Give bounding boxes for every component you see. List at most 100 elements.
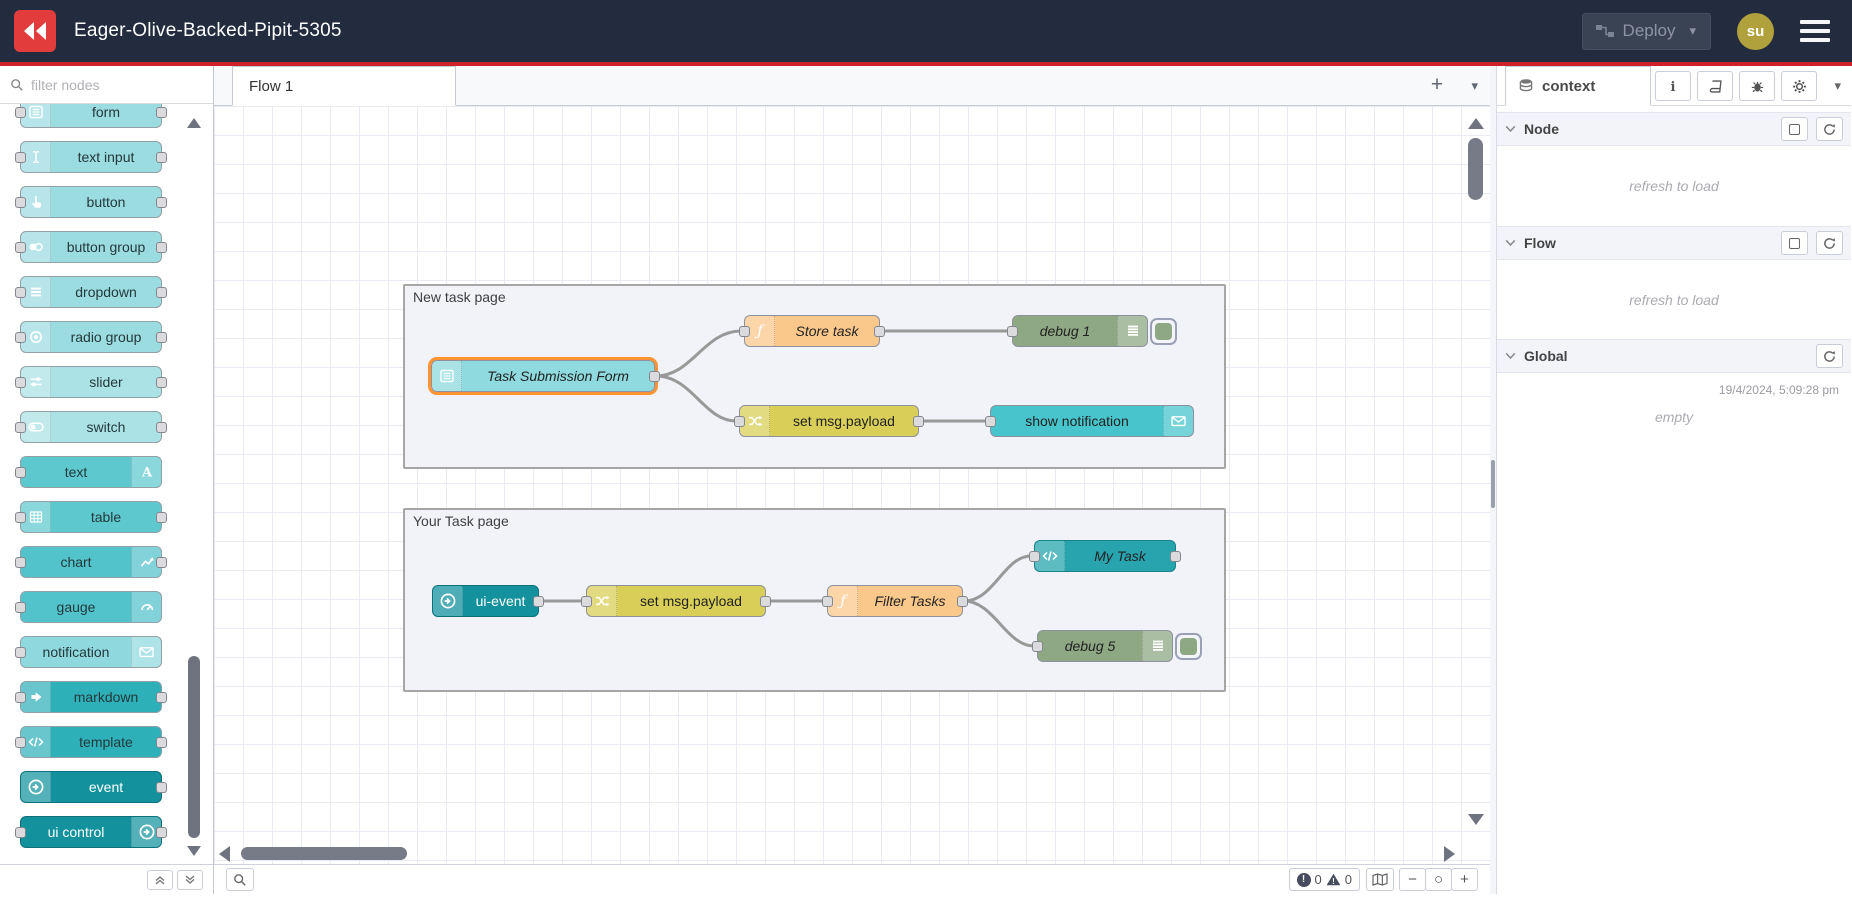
palette-scrollbar-thumb[interactable]	[188, 656, 200, 838]
canvas-scroll-down-arrow[interactable]	[1468, 814, 1484, 825]
output-port[interactable]	[874, 326, 885, 337]
deploy-caret-icon[interactable]: ▾	[1685, 23, 1700, 39]
input-port[interactable]	[1032, 641, 1043, 652]
flow-context-refresh-button[interactable]	[1816, 231, 1843, 255]
output-port[interactable]	[156, 512, 167, 523]
zoom-in-button[interactable]: +	[1451, 868, 1478, 891]
palette-node-radio-group[interactable]: radio group	[15, 321, 167, 353]
input-port[interactable]	[15, 512, 26, 523]
issue-counts[interactable]: ! 0 ! 0	[1288, 868, 1360, 891]
output-port[interactable]	[533, 596, 544, 607]
output-port[interactable]	[156, 152, 167, 163]
input-port[interactable]	[15, 287, 26, 298]
input-port[interactable]	[739, 326, 750, 337]
flow-node-debug-1[interactable]: debug 1	[1007, 315, 1177, 347]
input-port[interactable]	[15, 152, 26, 163]
flow-node-filter-tasks[interactable]: ƒ Filter Tasks	[822, 585, 968, 617]
input-port[interactable]	[15, 332, 26, 343]
section-header-node[interactable]: Node	[1497, 112, 1851, 146]
output-port[interactable]	[156, 377, 167, 388]
palette-node-event[interactable]: event	[20, 771, 167, 803]
palette-node-template[interactable]: template	[15, 726, 167, 758]
flow-node-my-task[interactable]: My Task	[1029, 540, 1181, 572]
output-port[interactable]	[156, 737, 167, 748]
add-flow-button[interactable]: +	[1424, 73, 1450, 97]
section-header-flow[interactable]: Flow	[1497, 226, 1851, 260]
flow-node-store-task[interactable]: ƒ Store task	[739, 315, 885, 347]
splitter-handle[interactable]	[1491, 460, 1495, 508]
input-port[interactable]	[15, 827, 26, 838]
input-port[interactable]	[15, 422, 26, 433]
flow-node-task-submission-form[interactable]: Task Submission Form	[428, 357, 660, 395]
palette-node-notification[interactable]: notification	[15, 636, 162, 668]
input-port[interactable]	[1029, 551, 1040, 562]
flow-node-set-msg-payload-2[interactable]: set msg.payload	[581, 585, 771, 617]
input-port[interactable]	[15, 242, 26, 253]
input-port[interactable]	[15, 602, 26, 613]
input-port[interactable]	[15, 692, 26, 703]
help-tab-button[interactable]	[1697, 71, 1733, 101]
palette-filter-input[interactable]	[31, 76, 181, 93]
output-port[interactable]	[156, 287, 167, 298]
output-port[interactable]	[156, 107, 167, 118]
canvas-scroll-left-arrow[interactable]	[219, 846, 230, 862]
output-port[interactable]	[760, 596, 771, 607]
canvas-horizontal-scrollbar-thumb[interactable]	[241, 847, 407, 860]
input-port[interactable]	[15, 467, 26, 478]
palette-node-ui-control[interactable]: ui control	[15, 816, 167, 848]
palette-scroll-up-arrow[interactable]	[187, 118, 201, 128]
global-context-refresh-button[interactable]	[1816, 344, 1843, 368]
input-port[interactable]	[15, 737, 26, 748]
output-port[interactable]	[156, 692, 167, 703]
palette-search[interactable]	[0, 66, 213, 104]
tab-context[interactable]: context	[1505, 66, 1651, 106]
flow-node-set-msg-payload-1[interactable]: set msg.payload	[734, 405, 924, 437]
palette-node-chart[interactable]: chart	[15, 546, 167, 578]
input-port[interactable]	[581, 596, 592, 607]
input-port[interactable]	[1007, 326, 1018, 337]
input-port[interactable]	[985, 416, 996, 427]
palette-node-text-input[interactable]: text input	[15, 141, 167, 173]
navigator-button[interactable]	[1366, 868, 1394, 891]
output-port[interactable]	[156, 557, 167, 568]
palette-scroll-down-arrow[interactable]	[187, 846, 201, 856]
debug-enable-toggle[interactable]	[1175, 633, 1202, 660]
node-context-expand-button[interactable]	[1781, 117, 1808, 141]
palette-node-button-group[interactable]: button group	[15, 231, 167, 263]
tab-flow-1[interactable]: Flow 1	[232, 66, 456, 106]
canvas-vertical-scrollbar-thumb[interactable]	[1468, 138, 1483, 200]
output-port[interactable]	[957, 596, 968, 607]
flow-canvas[interactable]: New task page Your Task page Task Submis…	[214, 106, 1490, 864]
output-port[interactable]	[649, 371, 660, 382]
palette-node-button[interactable]: button	[15, 186, 167, 218]
canvas-scroll-right-arrow[interactable]	[1444, 846, 1455, 862]
info-tab-button[interactable]: i	[1655, 71, 1691, 101]
debug-tab-button[interactable]	[1739, 71, 1775, 101]
input-port[interactable]	[734, 416, 745, 427]
palette-node-form[interactable]: form	[15, 104, 167, 128]
debug-enable-toggle[interactable]	[1150, 318, 1177, 345]
sidebar-splitter[interactable]	[1490, 66, 1497, 894]
flow-list-caret-icon[interactable]: ▾	[1471, 78, 1478, 94]
input-port[interactable]	[15, 647, 26, 658]
input-port[interactable]	[15, 557, 26, 568]
zoom-out-button[interactable]: −	[1399, 868, 1426, 891]
output-port[interactable]	[156, 332, 167, 343]
output-port[interactable]	[156, 827, 167, 838]
sidebar-tabs-caret-icon[interactable]: ▾	[1834, 78, 1841, 94]
palette-node-markdown[interactable]: markdown	[15, 681, 167, 713]
settings-tab-button[interactable]	[1781, 71, 1817, 101]
output-port[interactable]	[156, 422, 167, 433]
flow-node-debug-5[interactable]: debug 5	[1032, 630, 1202, 662]
node-context-refresh-button[interactable]	[1816, 117, 1843, 141]
main-menu-button[interactable]	[1800, 20, 1830, 42]
palette-node-gauge[interactable]: gauge	[15, 591, 162, 623]
input-port[interactable]	[15, 197, 26, 208]
canvas-scroll-up-arrow[interactable]	[1468, 118, 1484, 129]
palette-node-table[interactable]: table	[15, 501, 167, 533]
deploy-button[interactable]: Deploy ▾	[1581, 12, 1711, 50]
output-port[interactable]	[156, 242, 167, 253]
palette-expand-all-button[interactable]	[177, 869, 203, 890]
output-port[interactable]	[913, 416, 924, 427]
flow-context-expand-button[interactable]	[1781, 231, 1808, 255]
